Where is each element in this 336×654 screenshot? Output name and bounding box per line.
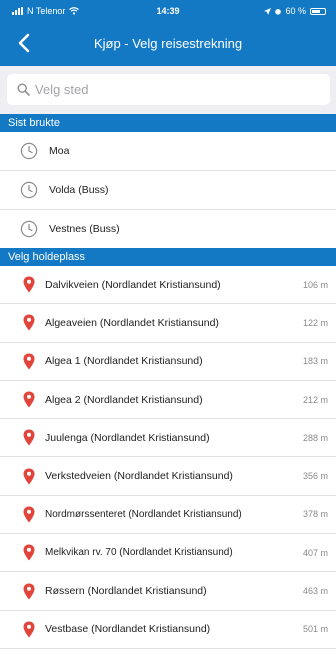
map-pin-icon xyxy=(23,276,35,293)
stop-name: Nordmørssenteret (Nordlandet Kristiansun… xyxy=(45,508,242,520)
map-pin-icon xyxy=(23,506,35,523)
page-title: Kjøp - Velg reisestrekning xyxy=(93,36,243,51)
stop-item[interactable]: Algea 2 (Nordlandet Kristiansund) 212 m xyxy=(0,381,336,420)
search-area xyxy=(0,66,336,114)
stop-item[interactable]: Røssern (Nordlandet Kristiansund) 463 m xyxy=(0,572,336,611)
map-pin-icon xyxy=(23,353,35,370)
map-pin-icon xyxy=(23,583,35,600)
search-input[interactable] xyxy=(35,82,295,97)
stop-distance: 463 m xyxy=(302,586,328,597)
stop-name: Algea 2 (Nordlandet Kristiansund) xyxy=(45,393,203,406)
stop-name: Verkstedveien (Nordlandet Kristiansund) xyxy=(45,470,233,483)
stop-distance: 356 m xyxy=(302,471,328,482)
stops-section-header: Velg holdeplass xyxy=(0,248,336,266)
stop-name: Vestbase (Nordlandet Kristiansund) xyxy=(45,623,211,636)
recent-item-label: Moa xyxy=(49,145,70,157)
recent-item[interactable]: Volda (Buss) xyxy=(0,171,336,210)
recent-list: Moa Volda (Buss) Vestnes (Buss) xyxy=(0,132,336,248)
stop-name: Dalvikveien (Nordlandet Kristiansund) xyxy=(45,278,221,291)
alarm-icon xyxy=(275,8,282,15)
stop-name: Røssern (Nordlandet Kristiansund) xyxy=(45,585,207,598)
stop-distance: 212 m xyxy=(302,394,328,405)
search-box[interactable] xyxy=(7,74,330,105)
recent-item[interactable]: Vestnes (Buss) xyxy=(0,210,336,248)
stop-name: Melkvikan rv. 70 (Nordlandet Kristiansun… xyxy=(45,547,233,559)
stop-name: Juulenga (Nordlandet Kristiansund) xyxy=(45,431,210,444)
stop-item[interactable]: Melkvikan rv. 70 (Nordlandet Kristiansun… xyxy=(0,534,336,573)
search-icon xyxy=(16,83,30,97)
stops-list: Dalvikveien (Nordlandet Kristiansund) 10… xyxy=(0,266,336,649)
nav-bar: Kjøp - Velg reisestrekning xyxy=(0,22,336,66)
recent-section-header: Sist brukte xyxy=(0,114,336,132)
stop-distance: 106 m xyxy=(302,279,328,290)
stop-distance: 288 m xyxy=(302,432,328,443)
stop-distance: 407 m xyxy=(302,547,328,558)
stop-item[interactable]: Vestbase (Nordlandet Kristiansund) 501 m xyxy=(0,611,336,649)
stop-name: Algea 1 (Nordlandet Kristiansund) xyxy=(45,355,203,368)
stop-distance: 183 m xyxy=(302,356,328,367)
clock-icon xyxy=(20,142,38,160)
battery-icon xyxy=(310,7,326,15)
stop-item[interactable]: Verkstedveien (Nordlandet Kristiansund) … xyxy=(0,457,336,496)
battery-label: 60 % xyxy=(285,6,306,16)
stop-item[interactable]: Algeaveien (Nordlandet Kristiansund) 122… xyxy=(0,304,336,343)
location-arrow-icon xyxy=(264,7,272,15)
stop-distance: 122 m xyxy=(302,317,328,328)
stop-item[interactable]: Algea 1 (Nordlandet Kristiansund) 183 m xyxy=(0,343,336,381)
recent-item-label: Vestnes (Buss) xyxy=(49,223,120,235)
map-pin-icon xyxy=(23,621,35,638)
app-screen: N Telenor 14:39 60 % Kjøp - Velg reisest… xyxy=(0,0,336,654)
stop-distance: 378 m xyxy=(302,509,328,520)
top-bar: N Telenor 14:39 60 % Kjøp - Velg reisest… xyxy=(0,0,336,66)
map-pin-icon xyxy=(23,391,35,408)
stop-item[interactable]: Juulenga (Nordlandet Kristiansund) 288 m xyxy=(0,419,336,458)
clock-icon xyxy=(20,220,38,238)
map-pin-icon xyxy=(23,544,35,561)
stop-name: Algeaveien (Nordlandet Kristiansund) xyxy=(45,316,219,329)
map-pin-icon xyxy=(23,314,35,331)
status-bar: N Telenor 14:39 60 % xyxy=(0,0,336,22)
status-right: 60 % xyxy=(264,0,326,22)
stop-distance: 501 m xyxy=(302,624,328,635)
stop-item[interactable]: Nordmørssenteret (Nordlandet Kristiansun… xyxy=(0,496,336,535)
map-pin-icon xyxy=(23,429,35,446)
stop-item[interactable]: Dalvikveien (Nordlandet Kristiansund) 10… xyxy=(0,266,336,305)
map-pin-icon xyxy=(23,468,35,485)
clock-icon xyxy=(20,181,38,199)
recent-item[interactable]: Moa xyxy=(0,132,336,171)
recent-item-label: Volda (Buss) xyxy=(49,184,109,196)
